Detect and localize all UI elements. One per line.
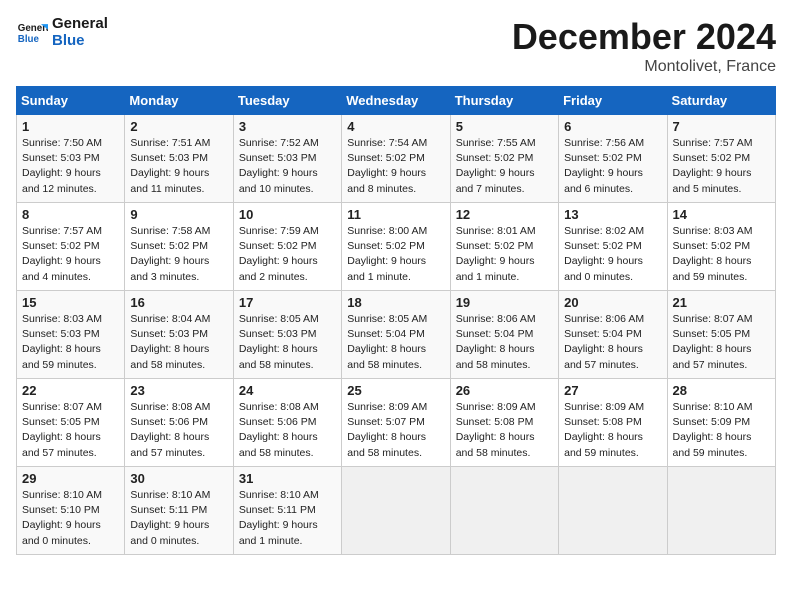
table-row: 16Sunrise: 8:04 AMSunset: 5:03 PMDayligh… bbox=[125, 291, 233, 379]
logo-icon: General Blue bbox=[16, 17, 48, 49]
page-header: General Blue General Blue December 2024 … bbox=[16, 16, 776, 76]
table-row bbox=[342, 467, 450, 555]
location: Montolivet, France bbox=[512, 58, 776, 76]
table-row: 12Sunrise: 8:01 AMSunset: 5:02 PMDayligh… bbox=[450, 203, 558, 291]
table-row: 19Sunrise: 8:06 AMSunset: 5:04 PMDayligh… bbox=[450, 291, 558, 379]
table-row: 23Sunrise: 8:08 AMSunset: 5:06 PMDayligh… bbox=[125, 379, 233, 467]
table-row: 10Sunrise: 7:59 AMSunset: 5:02 PMDayligh… bbox=[233, 203, 341, 291]
table-row bbox=[559, 467, 667, 555]
table-row: 9Sunrise: 7:58 AMSunset: 5:02 PMDaylight… bbox=[125, 203, 233, 291]
table-row: 27Sunrise: 8:09 AMSunset: 5:08 PMDayligh… bbox=[559, 379, 667, 467]
title-section: December 2024 Montolivet, France bbox=[512, 16, 776, 76]
logo: General Blue General Blue bbox=[16, 16, 108, 49]
table-row: 8Sunrise: 7:57 AMSunset: 5:02 PMDaylight… bbox=[17, 203, 125, 291]
col-saturday: Saturday bbox=[667, 87, 775, 115]
col-monday: Monday bbox=[125, 87, 233, 115]
table-row: 4Sunrise: 7:54 AMSunset: 5:02 PMDaylight… bbox=[342, 115, 450, 203]
table-row bbox=[450, 467, 558, 555]
col-thursday: Thursday bbox=[450, 87, 558, 115]
month-title: December 2024 bbox=[512, 16, 776, 58]
table-row: 22Sunrise: 8:07 AMSunset: 5:05 PMDayligh… bbox=[17, 379, 125, 467]
col-sunday: Sunday bbox=[17, 87, 125, 115]
table-row: 26Sunrise: 8:09 AMSunset: 5:08 PMDayligh… bbox=[450, 379, 558, 467]
header-row: Sunday Monday Tuesday Wednesday Thursday… bbox=[17, 87, 776, 115]
table-row: 24Sunrise: 8:08 AMSunset: 5:06 PMDayligh… bbox=[233, 379, 341, 467]
col-wednesday: Wednesday bbox=[342, 87, 450, 115]
svg-text:Blue: Blue bbox=[18, 33, 40, 44]
calendar-table: Sunday Monday Tuesday Wednesday Thursday… bbox=[16, 86, 776, 555]
table-row: 18Sunrise: 8:05 AMSunset: 5:04 PMDayligh… bbox=[342, 291, 450, 379]
table-row: 13Sunrise: 8:02 AMSunset: 5:02 PMDayligh… bbox=[559, 203, 667, 291]
table-row: 6Sunrise: 7:56 AMSunset: 5:02 PMDaylight… bbox=[559, 115, 667, 203]
table-row: 14Sunrise: 8:03 AMSunset: 5:02 PMDayligh… bbox=[667, 203, 775, 291]
table-row: 17Sunrise: 8:05 AMSunset: 5:03 PMDayligh… bbox=[233, 291, 341, 379]
table-row: 3Sunrise: 7:52 AMSunset: 5:03 PMDaylight… bbox=[233, 115, 341, 203]
table-row bbox=[667, 467, 775, 555]
table-row: 31Sunrise: 8:10 AMSunset: 5:11 PMDayligh… bbox=[233, 467, 341, 555]
col-tuesday: Tuesday bbox=[233, 87, 341, 115]
logo-line2: Blue bbox=[52, 33, 108, 50]
table-row: 21Sunrise: 8:07 AMSunset: 5:05 PMDayligh… bbox=[667, 291, 775, 379]
table-row: 15Sunrise: 8:03 AMSunset: 5:03 PMDayligh… bbox=[17, 291, 125, 379]
table-row: 7Sunrise: 7:57 AMSunset: 5:02 PMDaylight… bbox=[667, 115, 775, 203]
table-row: 20Sunrise: 8:06 AMSunset: 5:04 PMDayligh… bbox=[559, 291, 667, 379]
table-row: 2Sunrise: 7:51 AMSunset: 5:03 PMDaylight… bbox=[125, 115, 233, 203]
table-row: 29Sunrise: 8:10 AMSunset: 5:10 PMDayligh… bbox=[17, 467, 125, 555]
table-row: 5Sunrise: 7:55 AMSunset: 5:02 PMDaylight… bbox=[450, 115, 558, 203]
table-row: 28Sunrise: 8:10 AMSunset: 5:09 PMDayligh… bbox=[667, 379, 775, 467]
table-row: 11Sunrise: 8:00 AMSunset: 5:02 PMDayligh… bbox=[342, 203, 450, 291]
logo-line1: General bbox=[52, 16, 108, 33]
col-friday: Friday bbox=[559, 87, 667, 115]
table-row: 25Sunrise: 8:09 AMSunset: 5:07 PMDayligh… bbox=[342, 379, 450, 467]
table-row: 30Sunrise: 8:10 AMSunset: 5:11 PMDayligh… bbox=[125, 467, 233, 555]
table-row: 1Sunrise: 7:50 AMSunset: 5:03 PMDaylight… bbox=[17, 115, 125, 203]
